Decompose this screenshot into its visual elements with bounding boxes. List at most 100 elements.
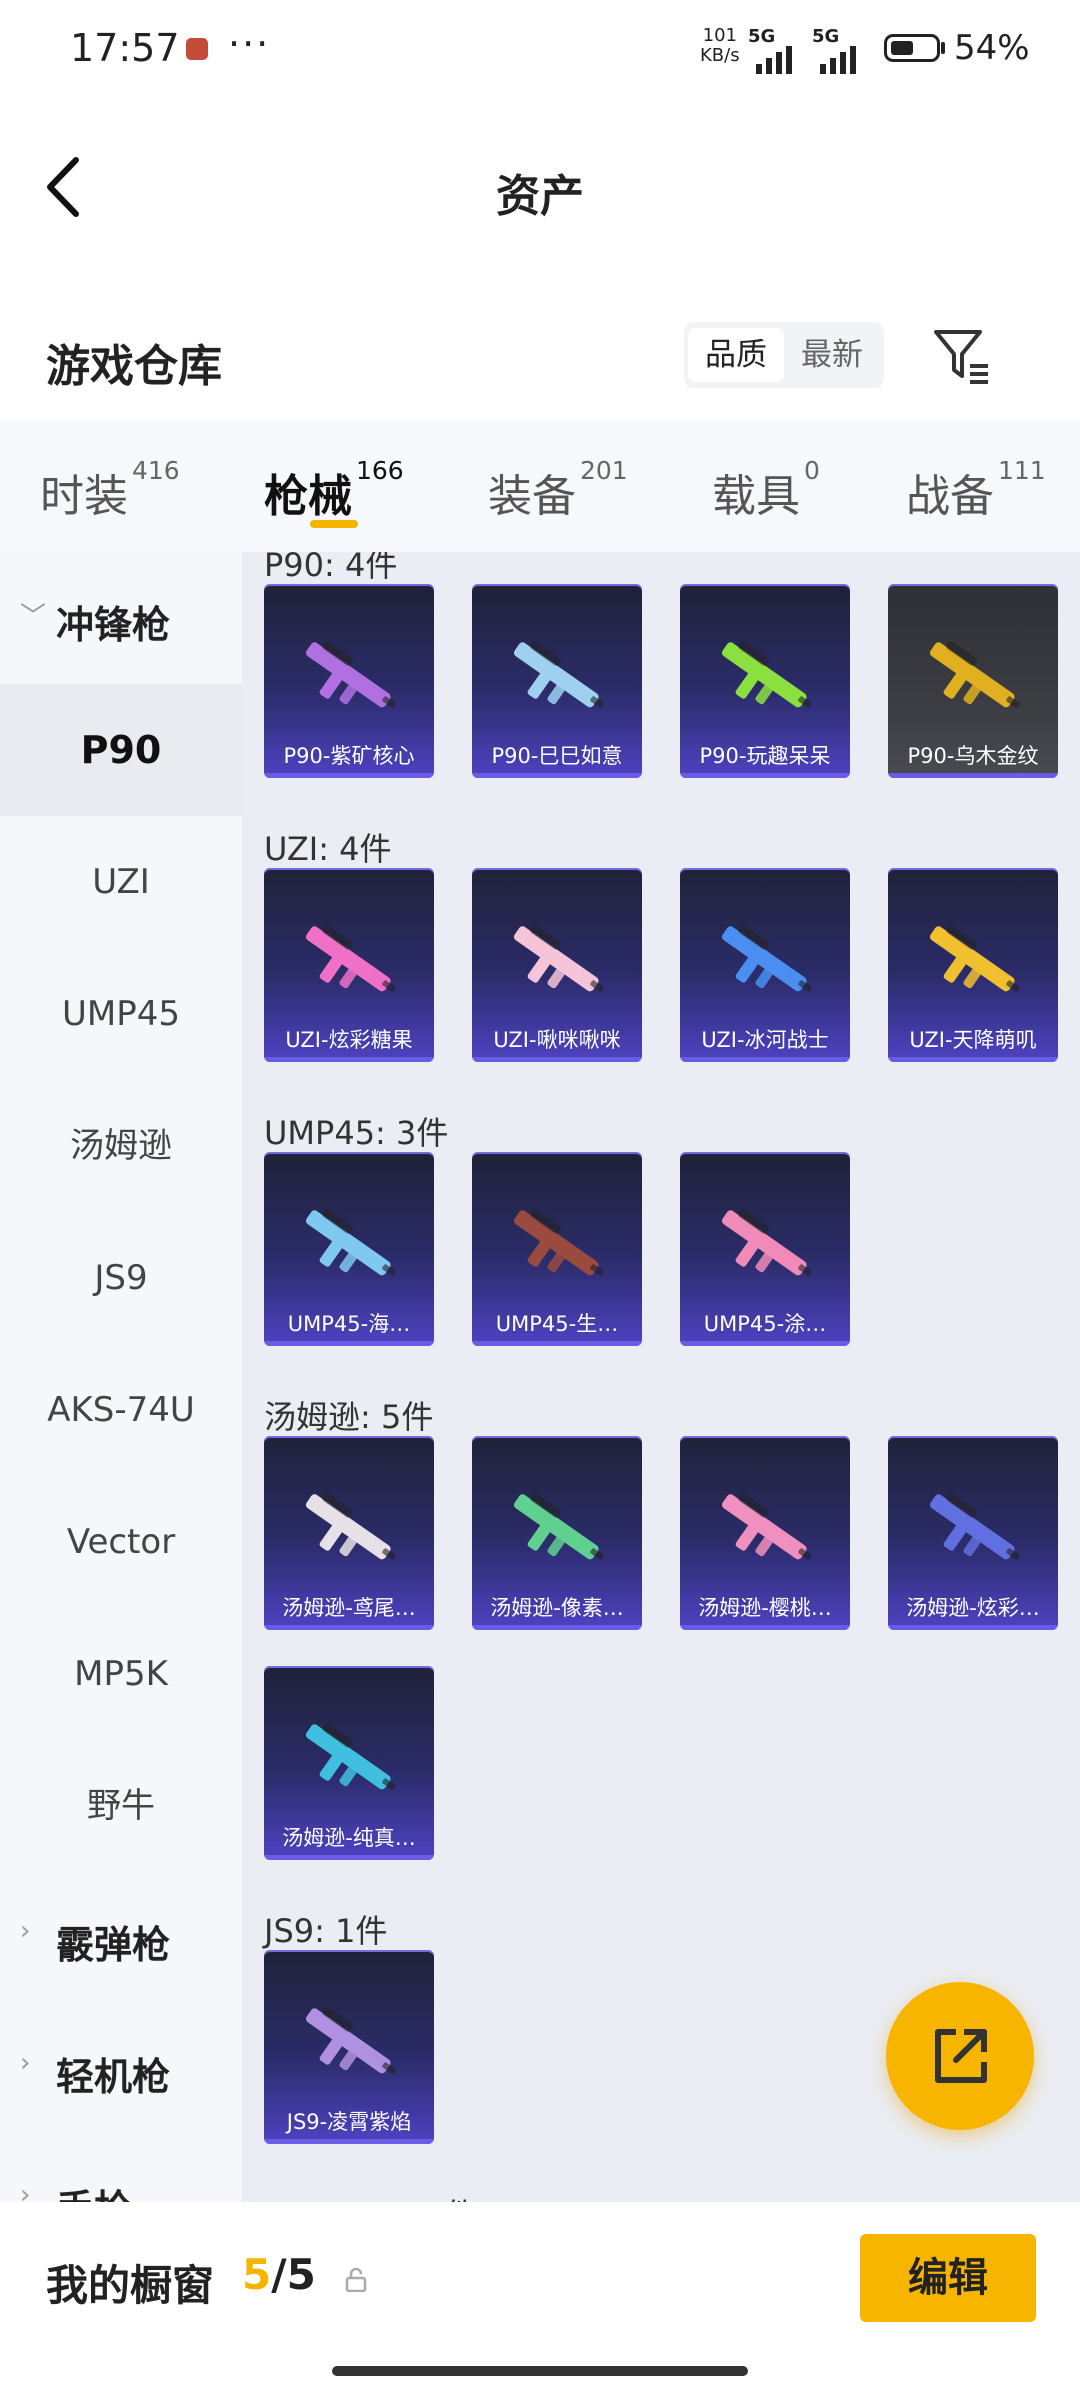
gun-image xyxy=(513,1209,604,1276)
rarity-bar xyxy=(472,1057,642,1062)
sidebar-item-thompson[interactable]: 汤姆逊 xyxy=(0,1080,242,1212)
tab-firearms[interactable]: 枪械166 xyxy=(264,456,404,524)
signal-2-label: 5G xyxy=(812,26,840,47)
chevron-down-icon: ﹀ xyxy=(20,602,47,632)
group-label-ump45: UMP45: 3件 xyxy=(264,1114,449,1152)
skin-name: 汤姆逊-纯真… xyxy=(282,1826,416,1850)
skin-name: P90-玩趣呆呆 xyxy=(699,744,831,768)
skin-card-uzi[interactable]: UZI-炫彩糖果 xyxy=(264,868,434,1062)
skin-card-thompson[interactable]: 汤姆逊-鸢尾… xyxy=(264,1436,434,1630)
sort-quality-button[interactable]: 品质 xyxy=(688,328,784,382)
battery-icon xyxy=(884,34,940,62)
tab-count: 201 xyxy=(580,456,628,485)
tab-supplies[interactable]: 战备111 xyxy=(906,456,1046,524)
skin-name: UZI-冰河战士 xyxy=(701,1028,829,1052)
gun-image xyxy=(721,1493,812,1560)
tab-equipment[interactable]: 装备201 xyxy=(488,456,628,524)
rarity-bar xyxy=(888,773,1058,778)
rarity-bar xyxy=(264,1057,434,1062)
skin-card-thompson[interactable]: 汤姆逊-樱桃… xyxy=(680,1436,850,1630)
rarity-bar xyxy=(264,2139,434,2144)
showcase-count-total: /5 xyxy=(271,2250,316,2299)
tab-count: 0 xyxy=(804,456,820,485)
skin-card-ump45[interactable]: UMP45-生… xyxy=(472,1152,642,1346)
app-notification-icon xyxy=(186,38,208,60)
rarity-bar xyxy=(264,1341,434,1346)
sidebar-item-ump45[interactable]: UMP45 xyxy=(0,948,242,1080)
filter-button[interactable] xyxy=(930,324,994,388)
gun-image xyxy=(929,925,1020,992)
skin-card-thompson[interactable]: 汤姆逊-炫彩… xyxy=(888,1436,1058,1630)
sidebar-category-shotgun[interactable]: › 霰弹枪 xyxy=(0,1872,242,2004)
share-external-icon xyxy=(935,2029,987,2083)
sidebar-item-js9[interactable]: JS9 xyxy=(0,1212,242,1344)
skin-card-js9[interactable]: JS9-凌霄紫焰 xyxy=(264,1950,434,2144)
gun-image xyxy=(513,641,604,708)
rarity-bar xyxy=(264,1855,434,1860)
skin-name: UMP45-生… xyxy=(495,1312,619,1336)
sidebar-item-mp5k[interactable]: MP5K xyxy=(0,1608,242,1740)
skin-card-ump45[interactable]: UMP45-海… xyxy=(264,1152,434,1346)
rarity-bar xyxy=(888,1625,1058,1630)
gun-image xyxy=(929,641,1020,708)
rarity-bar xyxy=(264,1625,434,1630)
chevron-right-icon: › xyxy=(20,2180,31,2202)
gun-image xyxy=(305,1209,396,1276)
skin-name: UZI-炫彩糖果 xyxy=(285,1028,413,1052)
skin-name: P90-乌木金纹 xyxy=(907,744,1039,768)
home-indicator[interactable] xyxy=(332,2366,748,2376)
tab-fashion[interactable]: 时装416 xyxy=(40,456,180,524)
showcase-count: 5/5 xyxy=(242,2250,316,2299)
tab-label: 装备 xyxy=(488,471,576,522)
tab-vehicles[interactable]: 载具0 xyxy=(712,456,820,524)
skin-name: 汤姆逊-樱桃… xyxy=(698,1596,832,1620)
sidebar-category-lmg[interactable]: › 轻机枪 xyxy=(0,2004,242,2136)
skin-card-thompson[interactable]: 汤姆逊-纯真… xyxy=(264,1666,434,1860)
sidebar-item-vector[interactable]: Vector xyxy=(0,1476,242,1608)
skin-name: 汤姆逊-像素… xyxy=(490,1596,624,1620)
skin-card-uzi[interactable]: UZI-冰河战士 xyxy=(680,868,850,1062)
gun-image xyxy=(513,1493,604,1560)
sidebar-item-aks74u[interactable]: AKS-74U xyxy=(0,1344,242,1476)
skin-card-p90[interactable]: P90-紫矿核心 xyxy=(264,584,434,778)
chevron-right-icon: › xyxy=(20,2048,31,2078)
sidebar-category-label: 霰弹枪 xyxy=(56,1923,171,1967)
sidebar-item-uzi[interactable]: UZI xyxy=(0,816,242,948)
signal-1-label: 5G xyxy=(748,26,776,47)
skin-card-p90[interactable]: P90-玩趣呆呆 xyxy=(680,584,850,778)
battery-percent: 54% xyxy=(954,28,1030,68)
more-notifications-icon: ··· xyxy=(228,22,271,66)
rarity-bar xyxy=(472,1625,642,1630)
rarity-bar xyxy=(472,773,642,778)
sort-toggle: 品质 最新 xyxy=(684,322,884,388)
battery-cap xyxy=(941,42,945,54)
edit-button[interactable]: 编辑 xyxy=(860,2234,1036,2322)
gun-image xyxy=(305,1493,396,1560)
sidebar-category-pistol[interactable]: › 手枪 xyxy=(0,2136,242,2202)
sort-newest-button[interactable]: 最新 xyxy=(784,328,880,382)
rarity-bar xyxy=(680,1341,850,1346)
share-button[interactable] xyxy=(886,1982,1034,2130)
gun-image xyxy=(305,2007,396,2074)
skin-name: UMP45-涂… xyxy=(703,1312,827,1336)
skin-name: UZI-啾咪啾咪 xyxy=(493,1028,621,1052)
sidebar-category-label: 冲锋枪 xyxy=(56,603,171,647)
skin-card-ump45[interactable]: UMP45-涂… xyxy=(680,1152,850,1346)
sidebar-item-bison[interactable]: 野牛 xyxy=(0,1740,242,1872)
gun-image xyxy=(721,641,812,708)
category-tabs: 时装416 枪械166 装备201 载具0 战备111 xyxy=(0,420,1080,552)
sidebar: ﹀ 冲锋枪 P90 UZI UMP45 汤姆逊 JS9 AKS-74U Vect… xyxy=(0,552,242,2202)
tab-label: 战备 xyxy=(906,471,994,522)
group-label-js9: JS9: 1件 xyxy=(264,1912,388,1950)
skin-card-p90[interactable]: P90-巳巳如意 xyxy=(472,584,642,778)
skin-name: 汤姆逊-炫彩… xyxy=(906,1596,1040,1620)
skin-card-p90[interactable]: P90-乌木金纹 xyxy=(888,584,1058,778)
showcase-count-current: 5 xyxy=(242,2250,272,2299)
group-label-uzi: UZI: 4件 xyxy=(264,830,392,868)
skin-card-uzi[interactable]: UZI-天降萌叽 xyxy=(888,868,1058,1062)
sidebar-category-smg[interactable]: ﹀ 冲锋枪 xyxy=(0,552,242,684)
skin-card-uzi[interactable]: UZI-啾咪啾咪 xyxy=(472,868,642,1062)
sidebar-item-p90[interactable]: P90 xyxy=(0,684,242,816)
skin-name: P90-巳巳如意 xyxy=(491,744,623,768)
skin-card-thompson[interactable]: 汤姆逊-像素… xyxy=(472,1436,642,1630)
